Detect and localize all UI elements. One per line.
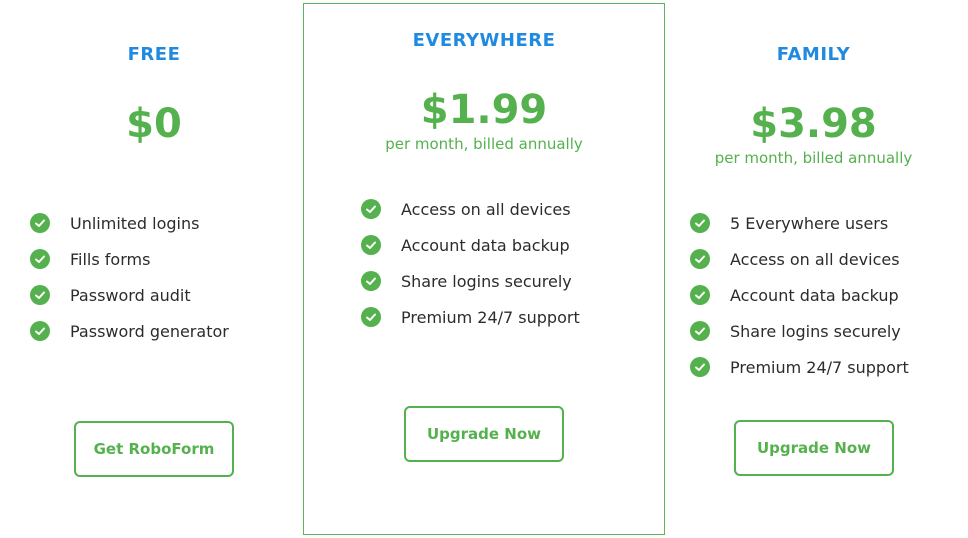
feature-item: Account data backup — [361, 227, 580, 263]
feature-label: Password generator — [70, 321, 229, 341]
plan-price: $3.98 — [750, 101, 877, 147]
feature-item: Access on all devices — [690, 241, 909, 277]
feature-item: Password audit — [30, 277, 229, 313]
check-circle-icon — [361, 199, 381, 219]
upgrade-now-button-everywhere[interactable]: Upgrade Now — [404, 406, 564, 462]
feature-label: Access on all devices — [730, 249, 900, 269]
get-roboform-button[interactable]: Get RoboForm — [74, 421, 234, 477]
feature-label: Share logins securely — [401, 271, 572, 291]
feature-label: Premium 24/7 support — [730, 357, 909, 377]
check-circle-icon — [30, 213, 50, 233]
feature-item: Premium 24/7 support — [361, 299, 580, 335]
feature-item: Premium 24/7 support — [690, 349, 909, 385]
plan-name: FREE — [127, 44, 181, 65]
feature-item: Password generator — [30, 313, 229, 349]
feature-label: Premium 24/7 support — [401, 307, 580, 327]
feature-label: Account data backup — [730, 285, 899, 305]
plan-name: FAMILY — [776, 44, 851, 65]
check-circle-icon — [690, 357, 710, 377]
billing-note: per month, billed annually — [714, 149, 913, 167]
check-circle-icon — [361, 307, 381, 327]
feature-item: Account data backup — [690, 277, 909, 313]
check-circle-icon — [690, 321, 710, 341]
feature-label: Access on all devices — [401, 199, 571, 219]
feature-list: 5 Everywhere users Access on all devices… — [690, 205, 909, 385]
feature-item: Share logins securely — [361, 263, 580, 299]
plan-price: $0 — [126, 101, 182, 147]
upgrade-now-button-family[interactable]: Upgrade Now — [734, 420, 894, 476]
feature-list: Access on all devices Account data backu… — [361, 191, 580, 335]
feature-label: Fills forms — [70, 249, 151, 269]
check-circle-icon — [690, 213, 710, 233]
feature-list: Unlimited logins Fills forms Password au… — [30, 205, 229, 349]
feature-item: Unlimited logins — [30, 205, 229, 241]
feature-item: 5 Everywhere users — [690, 205, 909, 241]
feature-label: Account data backup — [401, 235, 570, 255]
plan-card-everywhere: EVERYWHERE $1.99 per month, billed annua… — [303, 3, 665, 535]
plan-name: EVERYWHERE — [412, 30, 556, 51]
check-circle-icon — [30, 321, 50, 341]
feature-label: Unlimited logins — [70, 213, 200, 233]
billing-note: per month, billed annually — [385, 135, 583, 153]
check-circle-icon — [690, 285, 710, 305]
check-circle-icon — [30, 285, 50, 305]
check-circle-icon — [690, 249, 710, 269]
plan-card-family: FAMILY $3.98 per month, billed annually … — [664, 18, 963, 517]
plan-card-free: FREE $0 Unlimited logins Fills forms Pas… — [4, 18, 304, 517]
feature-label: Password audit — [70, 285, 191, 305]
feature-item: Share logins securely — [690, 313, 909, 349]
check-circle-icon — [30, 249, 50, 269]
feature-label: 5 Everywhere users — [730, 213, 889, 233]
check-circle-icon — [361, 235, 381, 255]
feature-item: Fills forms — [30, 241, 229, 277]
plan-price: $1.99 — [420, 87, 548, 133]
feature-item: Access on all devices — [361, 191, 580, 227]
feature-label: Share logins securely — [730, 321, 901, 341]
check-circle-icon — [361, 271, 381, 291]
